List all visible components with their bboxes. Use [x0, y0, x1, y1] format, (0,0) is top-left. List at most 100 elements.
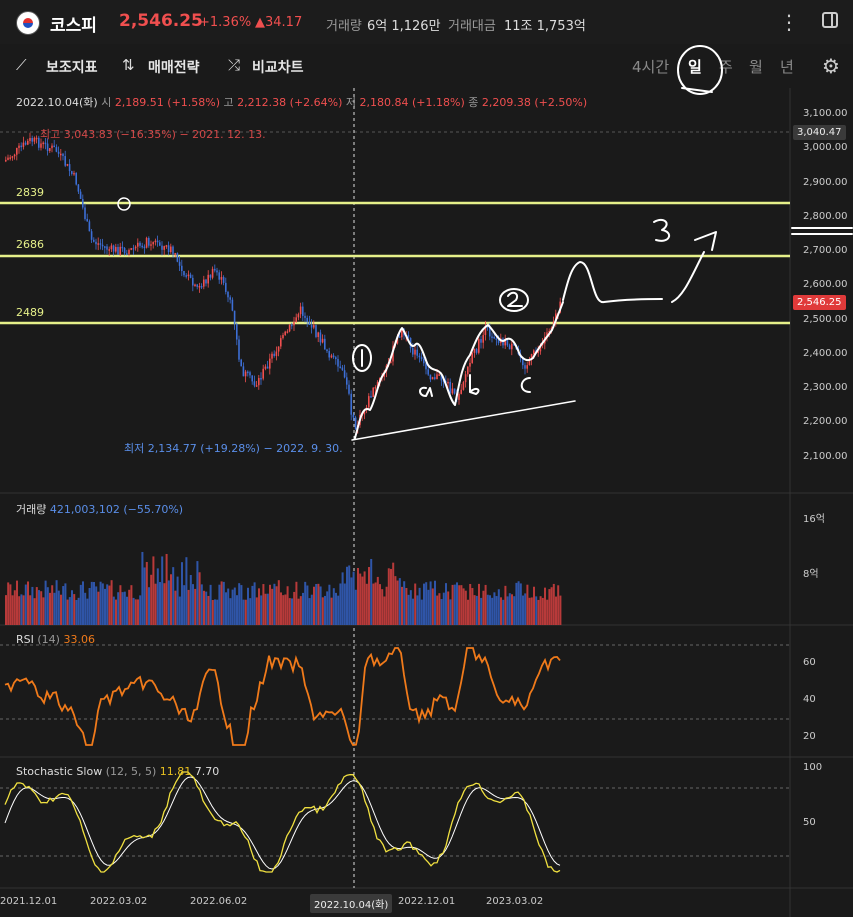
volume-bar	[148, 587, 150, 625]
volume-bar	[277, 580, 280, 625]
volume-bar	[167, 580, 170, 625]
volume-bar	[522, 595, 524, 625]
volume-bar	[544, 587, 546, 625]
candle-body	[449, 381, 451, 394]
candle-body	[196, 284, 198, 287]
projection-arrow	[562, 231, 717, 303]
volume-bar	[187, 589, 190, 625]
volume-bar	[330, 597, 333, 625]
candle-body	[57, 151, 60, 154]
volume-bar	[297, 598, 300, 625]
volume-bar	[368, 567, 370, 625]
candle-body	[453, 388, 456, 394]
candle-body	[330, 355, 333, 358]
time-tick: 2021.12.01	[0, 896, 58, 907]
volume-bar	[401, 586, 403, 625]
volume-bar	[200, 584, 203, 625]
volume-bar	[101, 583, 104, 625]
candle-body	[44, 142, 47, 145]
time-tick: 2022.06.02	[190, 896, 248, 907]
candle-body	[31, 138, 33, 142]
stoch-header: Stochastic Slow (12, 5, 5) 11.81 7.70	[16, 765, 219, 778]
volume-bar	[407, 594, 410, 625]
volume-bar	[236, 595, 238, 625]
candle-body	[469, 362, 471, 367]
volume-bar	[515, 582, 518, 625]
volume-bar	[262, 584, 265, 625]
candle-body	[275, 351, 278, 356]
volume-bar	[524, 593, 527, 625]
volume-bar	[22, 595, 25, 625]
candle-body	[368, 396, 370, 408]
volume-bar	[339, 583, 342, 625]
volume-bar	[5, 595, 7, 625]
volume-bar	[445, 583, 447, 625]
candle-body	[123, 248, 126, 254]
volume-bar	[79, 584, 82, 625]
volume-bar	[348, 565, 351, 625]
candle-body	[302, 306, 304, 316]
volume-bar	[513, 596, 516, 625]
candle-body	[227, 291, 229, 298]
candle-body	[134, 246, 137, 249]
time-tick: 2023.03.02	[486, 896, 544, 907]
level-label-2686: 2686	[16, 238, 44, 251]
candle-body	[187, 274, 190, 277]
candle-body	[115, 247, 117, 252]
volume-bar	[231, 589, 234, 625]
volume-bar	[90, 581, 93, 625]
volume-bar	[205, 591, 208, 625]
price-tick: 2,800.00	[803, 211, 848, 222]
volume-bar	[196, 561, 199, 625]
candle-body	[418, 355, 421, 358]
volume-bar	[282, 595, 285, 625]
volume-bar	[181, 562, 183, 625]
volume-bar	[361, 576, 364, 625]
volume-bar	[286, 586, 289, 625]
volume-bar	[126, 596, 128, 625]
volume-bar	[343, 583, 346, 625]
candle-body	[216, 270, 218, 273]
volume-bar	[398, 578, 401, 625]
candle-body	[262, 368, 264, 379]
candle-body	[497, 340, 500, 343]
candle-body	[176, 252, 179, 262]
volume-bar	[390, 568, 392, 625]
candle-body	[163, 246, 165, 250]
volume-bar	[7, 582, 10, 625]
price-tick: 2,600.00	[803, 279, 848, 290]
price-tick: 2,700.00	[803, 245, 848, 256]
candle-body	[64, 156, 66, 166]
price-tick: 2,400.00	[803, 348, 848, 359]
volume-bar	[451, 584, 454, 625]
candle-body	[332, 355, 335, 358]
volume-bar	[394, 576, 397, 625]
volume-bar	[464, 590, 467, 625]
candle-body	[348, 384, 350, 394]
candle-body	[11, 156, 14, 158]
volume-bar	[247, 587, 249, 625]
candle-body	[299, 306, 302, 315]
volume-bar	[387, 568, 390, 625]
volume-bar	[370, 558, 373, 625]
candle-body	[291, 324, 293, 327]
volume-bar	[95, 586, 98, 625]
volume-bar	[317, 583, 320, 625]
volume-bar	[211, 599, 214, 625]
candle-body	[29, 138, 31, 141]
volume-panel-value: 421,003,102 (−55.70%)	[49, 503, 184, 516]
wave-c-letter	[520, 377, 531, 393]
volume-bar	[84, 592, 87, 625]
candle-body	[240, 359, 242, 367]
volume-bar	[306, 585, 309, 625]
volume-bar	[500, 597, 502, 625]
candle-body	[112, 245, 115, 252]
volume-bar	[71, 590, 73, 625]
candle-body	[16, 147, 18, 155]
volume-bar	[227, 588, 230, 625]
rsi-value: 33.06	[63, 633, 95, 646]
volume-bar	[302, 592, 304, 625]
candle-body	[295, 317, 297, 322]
candle-body	[93, 239, 95, 242]
volume-bar	[326, 591, 329, 625]
